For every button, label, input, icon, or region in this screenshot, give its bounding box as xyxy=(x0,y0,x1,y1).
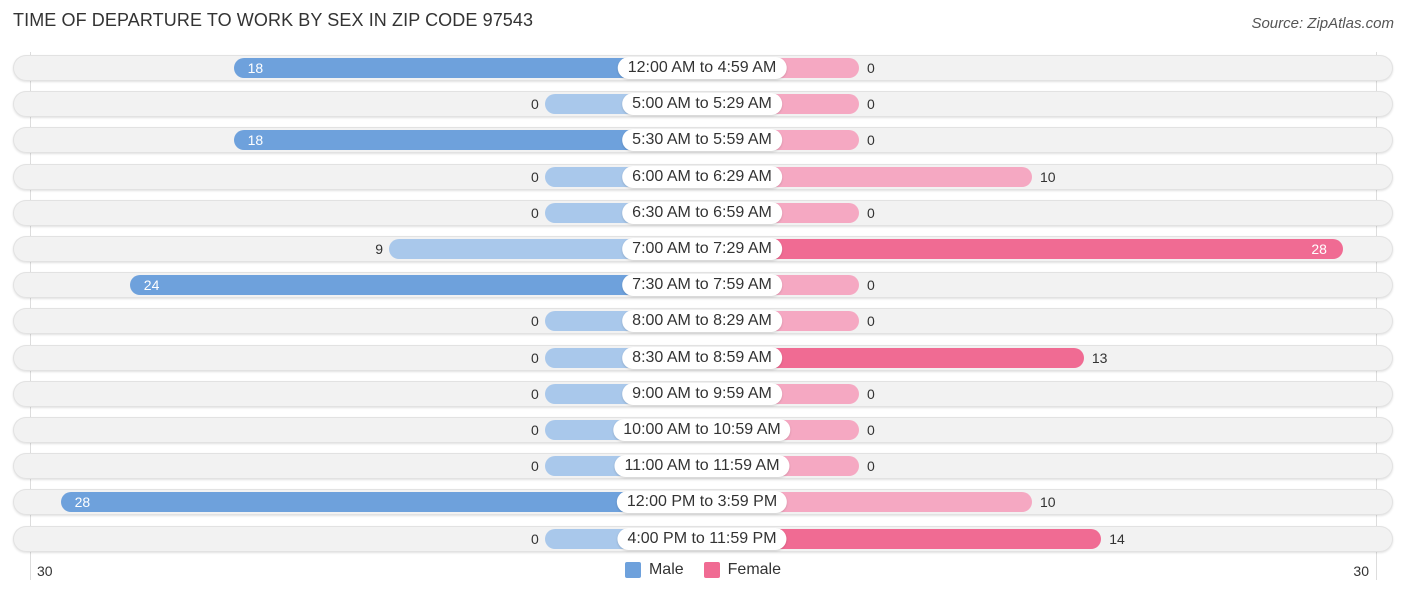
legend: Male Female xyxy=(0,561,1406,579)
value-label-female: 0 xyxy=(867,385,875,402)
category-label: 11:00 AM to 11:59 AM xyxy=(614,455,790,478)
chart-title: TIME OF DEPARTURE TO WORK BY SEX IN ZIP … xyxy=(13,10,534,30)
legend-item-female[interactable]: Female xyxy=(703,561,782,579)
value-label-female: 0 xyxy=(867,277,875,294)
category-label: 8:30 AM to 8:59 AM xyxy=(622,346,782,369)
category-label: 5:00 AM to 5:29 AM xyxy=(622,93,782,116)
value-label-female: 0 xyxy=(867,313,875,330)
value-label-male: 24 xyxy=(143,277,160,294)
value-label-female: 10 xyxy=(1040,494,1056,511)
legend-item-male[interactable]: Male xyxy=(624,561,684,579)
value-label-female: 10 xyxy=(1040,168,1056,185)
value-label-female: 13 xyxy=(1091,349,1108,366)
category-label: 12:00 AM to 4:59 AM xyxy=(617,57,787,79)
value-label-male: 0 xyxy=(531,168,539,185)
category-label: 8:00 AM to 8:29 AM xyxy=(622,310,782,333)
value-label-female: 0 xyxy=(867,132,875,149)
category-label: 10:00 AM to 10:59 AM xyxy=(613,419,791,441)
value-label-male: 0 xyxy=(531,349,539,366)
value-label-male: 0 xyxy=(531,385,539,402)
value-label-male: 28 xyxy=(74,494,91,511)
value-label-male: 9 xyxy=(375,241,384,257)
category-label: 12:00 PM to 3:59 PM xyxy=(616,491,788,514)
bar-female[interactable] xyxy=(702,239,1344,259)
legend-swatch-female xyxy=(703,562,720,578)
value-label-male: 0 xyxy=(531,530,539,547)
category-label: 6:00 AM to 6:29 AM xyxy=(622,165,782,188)
value-label-female: 0 xyxy=(867,60,875,76)
category-label: 4:00 PM to 11:59 PM xyxy=(617,527,787,550)
value-label-male: 0 xyxy=(531,313,539,330)
value-label-male: 0 xyxy=(531,96,539,113)
value-label-female: 0 xyxy=(867,96,875,113)
value-label-male: 18 xyxy=(247,132,264,149)
value-label-male: 0 xyxy=(531,422,539,438)
value-label-male: 18 xyxy=(247,60,264,76)
value-label-female: 0 xyxy=(867,204,875,221)
chart-container: TIME OF DEPARTURE TO WORK BY SEX IN ZIP … xyxy=(0,0,1406,594)
legend-swatch-male xyxy=(624,562,641,578)
category-label: 7:00 AM to 7:29 AM xyxy=(622,238,782,260)
category-label: 5:30 AM to 5:59 AM xyxy=(622,129,782,152)
bar-male[interactable] xyxy=(129,275,702,296)
legend-label-female: Female xyxy=(727,561,782,578)
value-label-female: 28 xyxy=(1311,241,1327,257)
category-label: 6:30 AM to 6:59 AM xyxy=(622,201,782,224)
category-label: 7:30 AM to 7:59 AM xyxy=(622,274,782,297)
value-label-female: 14 xyxy=(1109,530,1125,547)
category-label: 9:00 AM to 9:59 AM xyxy=(622,382,782,405)
chart-source: Source: ZipAtlas.com xyxy=(1251,15,1394,32)
value-label-female: 0 xyxy=(867,458,875,475)
value-label-male: 0 xyxy=(531,204,539,221)
bar-male[interactable] xyxy=(60,492,702,513)
value-label-male: 0 xyxy=(531,458,539,475)
legend-label-male: Male xyxy=(648,561,684,578)
value-label-female: 0 xyxy=(867,422,875,438)
